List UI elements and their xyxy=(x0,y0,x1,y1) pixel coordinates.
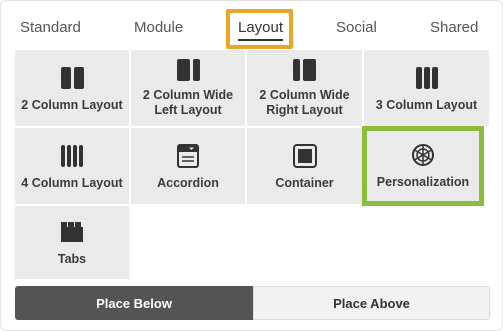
tabs-icon xyxy=(60,220,84,244)
tile-2-column-wide-right[interactable]: 2 Column Wide Right Layout xyxy=(247,50,362,126)
tile-label: 3 Column Layout xyxy=(375,98,478,112)
tile-2-column-layout[interactable]: 2 Column Layout xyxy=(15,50,129,126)
tile-label: Tabs xyxy=(57,252,87,266)
two-column-wide-right-icon xyxy=(293,58,316,82)
tile-label: 2 Column Wide Left Layout xyxy=(142,88,234,117)
two-column-icon xyxy=(60,66,84,90)
tile-label: Personalization xyxy=(376,175,470,189)
tile-label: 4 Column Layout xyxy=(21,176,123,190)
tile-4-column-layout[interactable]: 4 Column Layout xyxy=(15,128,129,204)
tab-module[interactable]: Module xyxy=(134,19,183,36)
three-column-icon xyxy=(415,66,438,90)
tile-label: 2 Column Layout xyxy=(21,98,123,112)
insert-panel: Standard Module Layout Social Shared 2 C… xyxy=(0,0,503,331)
tab-layout[interactable]: Layout xyxy=(238,19,284,41)
tab-shared[interactable]: Shared xyxy=(430,19,478,36)
accordion-icon xyxy=(177,144,199,168)
two-column-wide-left-icon xyxy=(176,58,200,82)
tile-accordion[interactable]: Accordion xyxy=(131,128,245,204)
place-below-button[interactable]: Place Below xyxy=(15,286,253,320)
container-icon xyxy=(292,144,317,168)
tile-label: Accordion xyxy=(157,176,219,190)
personalization-icon xyxy=(411,143,435,167)
tile-3-column-layout[interactable]: 3 Column Layout xyxy=(364,50,489,126)
tab-standard[interactable]: Standard xyxy=(20,19,81,36)
four-column-icon xyxy=(61,144,83,168)
tile-label: Container xyxy=(275,176,334,190)
tile-container[interactable]: Container xyxy=(247,128,362,204)
tile-2-column-wide-left[interactable]: 2 Column Wide Left Layout xyxy=(131,50,245,126)
tile-tabs[interactable]: Tabs xyxy=(15,206,129,279)
tile-personalization[interactable]: Personalization xyxy=(367,131,479,201)
place-above-button[interactable]: Place Above xyxy=(253,286,490,320)
tile-label: 2 Column Wide Right Layout xyxy=(259,88,350,117)
tab-social[interactable]: Social xyxy=(336,19,377,36)
tab-bar: Standard Module Layout Social Shared xyxy=(1,1,503,49)
